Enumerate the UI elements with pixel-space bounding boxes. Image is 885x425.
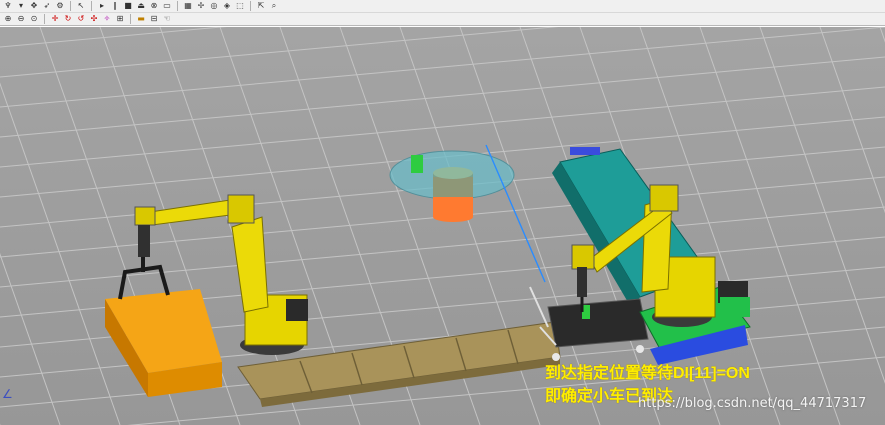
cross-icon[interactable]: ✢ (196, 1, 206, 11)
toolbar-separator (177, 1, 178, 11)
hand-icon[interactable]: ☜ (162, 14, 172, 24)
snap-icon[interactable]: ✧ (102, 14, 112, 24)
right-station (529, 147, 751, 365)
watermark: https://blog.csdn.net/qq_44717317 (638, 396, 867, 411)
pan-icon[interactable]: ✣ (89, 14, 99, 24)
search-icon[interactable]: ⌕ (269, 1, 279, 11)
measure-icon[interactable]: ▬ (136, 14, 146, 24)
toolbar-separator (44, 14, 45, 24)
3d-viewport[interactable]: 到达指定位置等待DI[11]=ON 即确定小车已到达 https://blog.… (0, 27, 885, 425)
move-icon[interactable]: ✥ (29, 1, 39, 11)
scene-svg (0, 27, 885, 425)
grid-icon[interactable]: ⊞ (115, 14, 125, 24)
pause-icon[interactable]: ∥ (110, 1, 120, 11)
toolbar-separator (91, 1, 92, 11)
rotate-y-icon[interactable]: ↻ (63, 14, 73, 24)
axis-corner-icon: ∠ (2, 387, 13, 401)
table-icon[interactable]: ▦ (183, 1, 193, 11)
toolbar-separator (70, 1, 71, 11)
rotary-table (389, 144, 546, 283)
play-icon[interactable]: ▸ (97, 1, 107, 11)
main-toolbar: ♆ ▾ ✥ ➶ ⚙ ↖ ▸ ∥ ■ ⏏ ⊗ ▭ ▦ ✢ ◎ ◈ ⬚ ⇱ ⌕ (0, 0, 885, 13)
gear-icon[interactable]: ⚙ (55, 1, 65, 11)
robot-icon[interactable]: ♆ (3, 1, 13, 11)
dropdown-icon[interactable]: ▾ (16, 1, 26, 11)
stop-icon[interactable]: ■ (123, 1, 133, 11)
close-icon[interactable]: ⊗ (149, 1, 159, 11)
zoom-in-icon[interactable]: ⊕ (3, 14, 13, 24)
export-icon[interactable]: ⇱ (256, 1, 266, 11)
rotate-z-icon[interactable]: ↺ (76, 14, 86, 24)
window-icon[interactable]: ▭ (162, 1, 172, 11)
zoom-fit-icon[interactable]: ⊙ (29, 14, 39, 24)
simulation-window: ♆ ▾ ✥ ➶ ⚙ ↖ ▸ ∥ ■ ⏏ ⊗ ▭ ▦ ✢ ◎ ◈ ⬚ ⇱ ⌕ ⊕ … (0, 0, 885, 425)
frame-icon[interactable]: ⬚ (235, 1, 245, 11)
status-overlay-line-1: 到达指定位置等待DI[11]=ON (545, 365, 750, 382)
orange-box (105, 289, 222, 397)
eject-icon[interactable]: ⏏ (136, 1, 146, 11)
view-toolbar: ⊕ ⊖ ⊙ ✛ ↻ ↺ ✣ ✧ ⊞ ▬ ⊟ ☜ (0, 13, 885, 26)
rotate-x-icon[interactable]: ✛ (50, 14, 60, 24)
cursor-icon[interactable]: ↖ (76, 1, 86, 11)
zoom-out-icon[interactable]: ⊖ (16, 14, 26, 24)
toolbar-separator (130, 14, 131, 24)
pointer-icon[interactable]: ➶ (42, 1, 52, 11)
target-icon[interactable]: ◎ (209, 1, 219, 11)
ruler-icon[interactable]: ⊟ (149, 14, 159, 24)
toolbar-separator (250, 1, 251, 11)
camera-icon[interactable]: ◈ (222, 1, 232, 11)
